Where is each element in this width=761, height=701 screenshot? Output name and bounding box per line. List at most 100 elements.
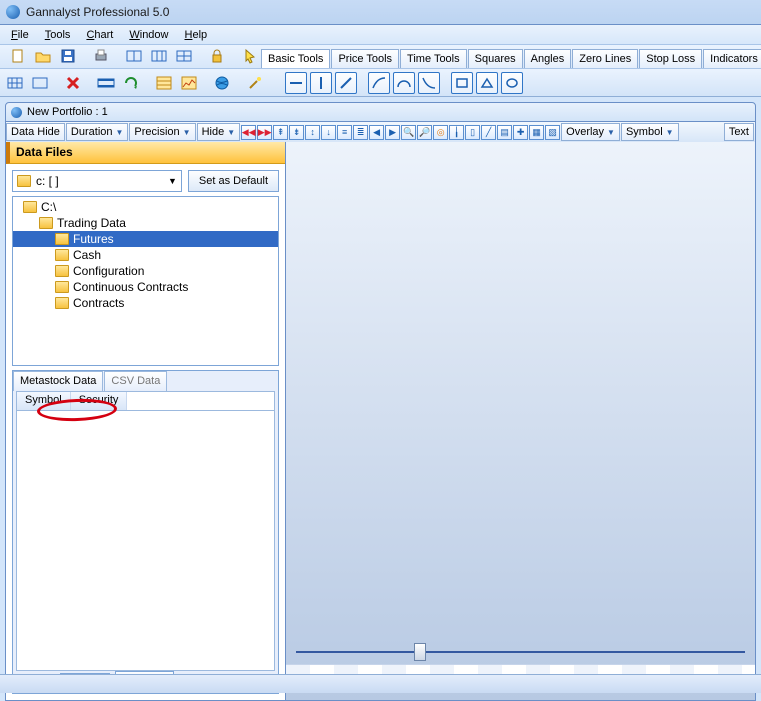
- tab-csv[interactable]: CSV Data: [104, 371, 167, 391]
- col-security[interactable]: Security: [71, 392, 128, 410]
- st-icon-3[interactable]: ↕: [305, 125, 320, 140]
- target-icon[interactable]: ◎: [433, 125, 448, 140]
- tool-a-icon[interactable]: ▦: [529, 125, 544, 140]
- tree-item-label: Trading Data: [57, 216, 126, 230]
- tab-squares[interactable]: Squares: [468, 49, 523, 68]
- time-slider[interactable]: [296, 648, 745, 656]
- precision-button[interactable]: Precision▼: [129, 123, 195, 141]
- diag-tool-icon[interactable]: [335, 72, 357, 94]
- candle-icon[interactable]: ▯: [465, 125, 480, 140]
- tab-metastock[interactable]: Metastock Data: [13, 371, 103, 391]
- drive-selector[interactable]: c: [ ] ▼: [12, 170, 182, 192]
- refresh-icon[interactable]: [120, 72, 142, 94]
- layout2-icon[interactable]: [148, 45, 170, 67]
- tree-item[interactable]: Trading Data: [13, 215, 278, 231]
- zoom-in-icon[interactable]: 🔍: [401, 125, 416, 140]
- layout1-icon[interactable]: [123, 45, 145, 67]
- slider-thumb[interactable]: [414, 643, 426, 661]
- tree-item[interactable]: Cash: [13, 247, 278, 263]
- folder-icon: [55, 249, 69, 261]
- col-symbol[interactable]: Symbol: [17, 392, 71, 410]
- grid-icon[interactable]: [4, 72, 26, 94]
- tree-item[interactable]: C:\: [13, 199, 278, 215]
- chart-icon[interactable]: [178, 72, 200, 94]
- drive-icon: [17, 175, 31, 187]
- folder-icon: [23, 201, 37, 213]
- st-icon-6[interactable]: ≣: [353, 125, 368, 140]
- nav-right-icon[interactable]: ▶▶: [257, 125, 272, 140]
- chart-canvas[interactable]: [286, 142, 755, 700]
- tree-item[interactable]: Futures: [13, 231, 278, 247]
- rect-tool-icon[interactable]: [451, 72, 473, 94]
- menu-chart[interactable]: Chart: [78, 27, 121, 43]
- data-hide-button[interactable]: Data Hide: [6, 123, 65, 141]
- layout3-icon[interactable]: [173, 45, 195, 67]
- pointer-icon[interactable]: [239, 45, 261, 67]
- hide-button[interactable]: Hide▼: [197, 123, 241, 141]
- tab-time-tools[interactable]: Time Tools: [400, 49, 467, 68]
- tree-item[interactable]: Contracts: [13, 295, 278, 311]
- globe-icon[interactable]: [211, 72, 233, 94]
- open-icon[interactable]: [32, 45, 54, 67]
- menu-file[interactable]: File: [3, 27, 37, 43]
- new-icon[interactable]: [7, 45, 29, 67]
- st-icon-2[interactable]: ⇟: [289, 125, 304, 140]
- data-files-panel: Data Files c: [ ] ▼ Set as Default C:\Tr…: [6, 142, 286, 700]
- set-default-button[interactable]: Set as Default: [188, 170, 279, 192]
- film-icon[interactable]: [95, 72, 117, 94]
- tab-basic-tools[interactable]: Basic Tools: [261, 49, 330, 68]
- chart-toolbar: Data Hide Duration▼ Precision▼ Hide▼ ◀◀ …: [5, 122, 756, 142]
- lock-icon[interactable]: [206, 45, 228, 67]
- bars-icon[interactable]: ╽: [449, 125, 464, 140]
- wand-icon[interactable]: [244, 72, 266, 94]
- window-icon[interactable]: [29, 72, 51, 94]
- hline-tool-icon[interactable]: [285, 72, 307, 94]
- tree-item[interactable]: Configuration: [13, 263, 278, 279]
- secondary-toolbar: [0, 69, 761, 97]
- data-table-body: [16, 411, 275, 671]
- line-icon[interactable]: ╱: [481, 125, 496, 140]
- st-icon-5[interactable]: ≡: [337, 125, 352, 140]
- vline-tool-icon[interactable]: [310, 72, 332, 94]
- grid-icon[interactable]: ▤: [497, 125, 512, 140]
- menu-help[interactable]: Help: [177, 27, 216, 43]
- tab-zero-lines[interactable]: Zero Lines: [572, 49, 638, 68]
- tool-b-icon[interactable]: ▧: [545, 125, 560, 140]
- folder-icon: [55, 297, 69, 309]
- panel-title: Data Files: [6, 142, 285, 164]
- tab-angles[interactable]: Angles: [524, 49, 572, 68]
- st-icon-1[interactable]: ⇞: [273, 125, 288, 140]
- menu-tools[interactable]: Tools: [37, 27, 79, 43]
- folder-icon: [55, 265, 69, 277]
- save-icon[interactable]: [57, 45, 79, 67]
- table-icon[interactable]: [153, 72, 175, 94]
- arc-tool-icon[interactable]: [393, 72, 415, 94]
- portfolio-icon: [11, 107, 22, 118]
- print-icon[interactable]: [90, 45, 112, 67]
- plus-icon[interactable]: ✚: [513, 125, 528, 140]
- overlay-button[interactable]: Overlay▼: [561, 123, 620, 141]
- menu-window[interactable]: Window: [121, 27, 176, 43]
- zoom-out-icon[interactable]: 🔎: [417, 125, 432, 140]
- data-table-header: Symbol Security: [16, 391, 275, 411]
- tab-price-tools[interactable]: Price Tools: [331, 49, 399, 68]
- text-button[interactable]: Text: [724, 123, 754, 141]
- tab-indicators[interactable]: Indicators: [703, 49, 761, 68]
- symbol-button[interactable]: Symbol▼: [621, 123, 679, 141]
- curve1-tool-icon[interactable]: [368, 72, 390, 94]
- duration-button[interactable]: Duration▼: [66, 123, 129, 141]
- portfolio-title: New Portfolio : 1: [27, 106, 108, 118]
- delete-icon[interactable]: [62, 72, 84, 94]
- st-icon-8[interactable]: ▶: [385, 125, 400, 140]
- folder-tree[interactable]: C:\Trading DataFuturesCashConfigurationC…: [12, 196, 279, 366]
- triangle-tool-icon[interactable]: [476, 72, 498, 94]
- st-icon-4[interactable]: ↓: [321, 125, 336, 140]
- tab-stop-loss[interactable]: Stop Loss: [639, 49, 702, 68]
- nav-left-icon[interactable]: ◀◀: [241, 125, 256, 140]
- ellipse-tool-icon[interactable]: [501, 72, 523, 94]
- st-icon-7[interactable]: ◀: [369, 125, 384, 140]
- curve2-tool-icon[interactable]: [418, 72, 440, 94]
- folder-icon: [55, 281, 69, 293]
- tree-item[interactable]: Continuous Contracts: [13, 279, 278, 295]
- tree-item-label: Configuration: [73, 264, 144, 278]
